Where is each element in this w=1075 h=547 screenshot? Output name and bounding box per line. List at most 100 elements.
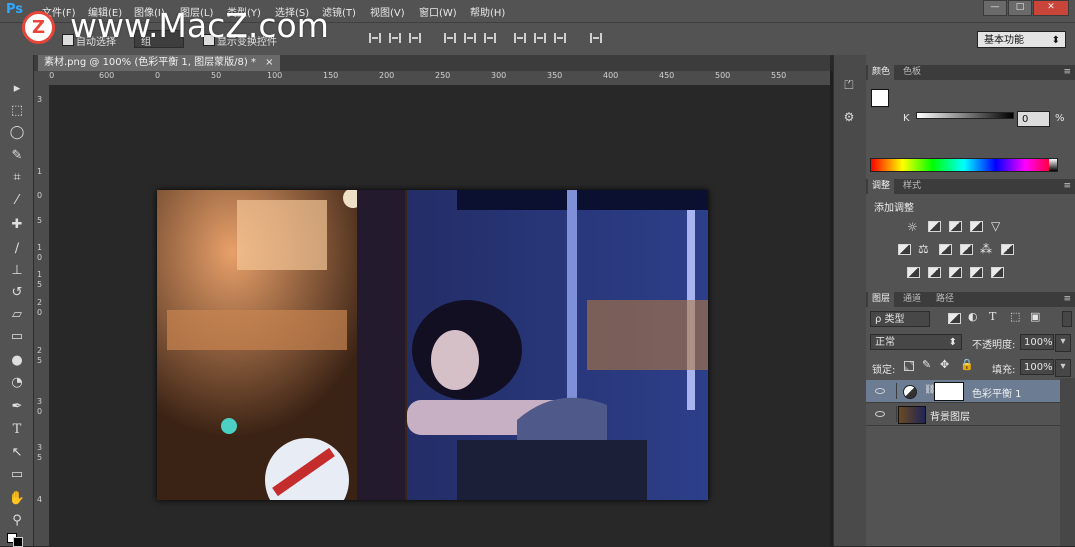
brush-tool-icon[interactable]: ∕ bbox=[8, 240, 26, 258]
document-tab[interactable]: 素材.png @ 100% (色彩平衡 1, 图层蒙版/8) * × bbox=[38, 55, 280, 71]
levels-icon[interactable] bbox=[928, 221, 941, 232]
blur-tool-icon[interactable]: ● bbox=[8, 352, 26, 370]
distribute-right-icon[interactable] bbox=[554, 33, 566, 43]
panel-menu-icon[interactable]: ≡ bbox=[1063, 181, 1071, 191]
color-balance-icon[interactable]: ⚖ bbox=[918, 242, 929, 256]
close-tab-icon[interactable]: × bbox=[265, 57, 273, 68]
distribute-left-icon[interactable] bbox=[514, 33, 526, 43]
exposure-icon[interactable] bbox=[970, 221, 983, 232]
filter-shape-icon[interactable]: ⬚ bbox=[1010, 310, 1020, 323]
menu-view[interactable]: 视图(V) bbox=[370, 4, 405, 19]
layer-filter-select[interactable]: ρ 类型 bbox=[870, 311, 930, 327]
path-select-tool-icon[interactable]: ↖ bbox=[8, 444, 26, 462]
hue-saturation-icon[interactable] bbox=[898, 244, 911, 255]
tab-styles[interactable]: 样式 bbox=[899, 179, 925, 194]
tab-adjustments[interactable]: 调整 bbox=[868, 179, 895, 194]
tab-layers[interactable]: 图层 bbox=[868, 292, 895, 307]
opacity-dropdown-icon[interactable]: ▾ bbox=[1055, 334, 1071, 352]
marquee-tool-icon[interactable]: ⬚ bbox=[8, 102, 26, 120]
menu-window[interactable]: 窗口(W) bbox=[419, 4, 457, 19]
lock-position-icon[interactable]: ✥ bbox=[940, 358, 949, 371]
tab-channels[interactable]: 通道 bbox=[899, 292, 925, 307]
panel-menu-icon[interactable]: ≡ bbox=[1063, 67, 1071, 77]
filter-pixel-icon[interactable] bbox=[948, 313, 961, 324]
black-white-icon[interactable] bbox=[939, 244, 952, 255]
ruler-origin[interactable] bbox=[34, 71, 49, 85]
close-button[interactable]: ✕ bbox=[1033, 0, 1069, 16]
layers-scrollbar[interactable] bbox=[1060, 378, 1075, 546]
lasso-tool-icon[interactable]: ◯ bbox=[8, 124, 26, 142]
filter-toggle[interactable] bbox=[1062, 311, 1072, 327]
filter-type-icon[interactable]: T bbox=[989, 310, 996, 323]
color-foreground-swatch[interactable] bbox=[871, 89, 889, 107]
ruler-tick: 400 bbox=[603, 71, 619, 80]
align-bottom-icon[interactable] bbox=[409, 33, 421, 43]
history-brush-tool-icon[interactable]: ↺ bbox=[8, 284, 26, 302]
history-panel-icon[interactable]: ⏍ bbox=[841, 78, 857, 94]
eyedropper-tool-icon[interactable]: ⁄ bbox=[8, 192, 26, 210]
lock-all-icon[interactable]: 🔒 bbox=[960, 358, 974, 371]
distribute-top-icon[interactable] bbox=[444, 33, 456, 43]
distribute-hcenter-icon[interactable] bbox=[534, 33, 546, 43]
distribute-bottom-icon[interactable] bbox=[484, 33, 496, 43]
align-vcenter-icon[interactable] bbox=[389, 33, 401, 43]
move-tool-icon[interactable]: ▸ bbox=[8, 80, 26, 98]
eye-icon[interactable] bbox=[875, 411, 885, 417]
zoom-tool-icon[interactable]: ⚲ bbox=[8, 512, 26, 530]
lock-transparent-icon[interactable] bbox=[904, 361, 914, 371]
properties-panel-icon[interactable]: ⚙ bbox=[841, 110, 857, 126]
quick-select-tool-icon[interactable]: ✎ bbox=[8, 147, 26, 165]
document-photo[interactable] bbox=[157, 190, 708, 500]
brightness-icon[interactable]: ☼ bbox=[907, 220, 918, 234]
gradient-map-icon[interactable] bbox=[991, 267, 1004, 278]
ruler-tick: 5 bbox=[37, 280, 43, 289]
rectangle-tool-icon[interactable]: ▭ bbox=[8, 466, 26, 484]
pen-tool-icon[interactable]: ✒ bbox=[8, 398, 26, 416]
layer-row-color-balance[interactable]: ⛓ 色彩平衡 1 bbox=[866, 380, 1060, 403]
fill-dropdown-icon[interactable]: ▾ bbox=[1055, 359, 1071, 377]
invert-icon[interactable] bbox=[907, 267, 920, 278]
crop-tool-icon[interactable]: ⌗ bbox=[8, 169, 26, 187]
layer-name[interactable]: 色彩平衡 1 bbox=[972, 385, 1022, 400]
posterize-icon[interactable] bbox=[928, 267, 941, 278]
filter-smart-object-icon[interactable]: ▣ bbox=[1030, 310, 1040, 323]
stamp-tool-icon[interactable]: ⊥ bbox=[8, 262, 26, 280]
restore-button[interactable]: □ bbox=[1008, 0, 1032, 16]
minimize-button[interactable]: — bbox=[983, 0, 1007, 16]
tab-color[interactable]: 颜色 bbox=[868, 65, 895, 80]
align-top-icon[interactable] bbox=[369, 33, 381, 43]
layer-row-background[interactable]: 背景图层 bbox=[866, 403, 1060, 426]
distribute-vcenter-icon[interactable] bbox=[464, 33, 476, 43]
layer-name[interactable]: 背景图层 bbox=[930, 408, 970, 423]
k-slider[interactable] bbox=[916, 112, 1014, 119]
curves-icon[interactable] bbox=[949, 221, 962, 232]
tab-swatches[interactable]: 色板 bbox=[899, 65, 925, 80]
k-value-input[interactable]: 0 bbox=[1017, 111, 1050, 127]
dodge-tool-icon[interactable]: ◔ bbox=[8, 374, 26, 392]
vibrance-icon[interactable]: ▽ bbox=[991, 219, 1000, 233]
selective-color-icon[interactable] bbox=[970, 267, 983, 278]
filter-adjustment-icon[interactable]: ◐ bbox=[968, 310, 978, 323]
workspace-select[interactable]: 基本功能 ⬍ bbox=[977, 31, 1066, 48]
panel-menu-icon[interactable]: ≡ bbox=[1063, 294, 1071, 304]
document-tab-title: 素材.png @ 100% (色彩平衡 1, 图层蒙版/8) * bbox=[44, 57, 256, 68]
blend-mode-select[interactable]: 正常 ⬍ bbox=[870, 334, 962, 350]
hand-tool-icon[interactable]: ✋ bbox=[8, 490, 26, 508]
tab-paths[interactable]: 路径 bbox=[932, 292, 958, 307]
channel-mixer-icon[interactable]: ⁂ bbox=[980, 242, 992, 256]
eye-icon[interactable] bbox=[875, 388, 885, 394]
auto-align-icon[interactable] bbox=[590, 33, 602, 43]
color-lookup-icon[interactable] bbox=[1001, 244, 1014, 255]
type-tool-icon[interactable]: T bbox=[8, 421, 26, 439]
opacity-input[interactable]: 100% bbox=[1020, 334, 1054, 350]
lock-pixels-icon[interactable]: ✎ bbox=[922, 358, 931, 371]
photo-filter-icon[interactable] bbox=[960, 244, 973, 255]
layer-mask-thumbnail[interactable] bbox=[934, 382, 964, 401]
menu-help[interactable]: 帮助(H) bbox=[470, 4, 505, 19]
fill-input[interactable]: 100% bbox=[1020, 359, 1054, 375]
color-spectrum[interactable] bbox=[870, 158, 1058, 172]
threshold-icon[interactable] bbox=[949, 267, 962, 278]
gradient-tool-icon[interactable]: ▭ bbox=[8, 328, 26, 346]
eraser-tool-icon[interactable]: ▱ bbox=[8, 306, 26, 324]
healing-brush-tool-icon[interactable]: ✚ bbox=[8, 216, 26, 234]
